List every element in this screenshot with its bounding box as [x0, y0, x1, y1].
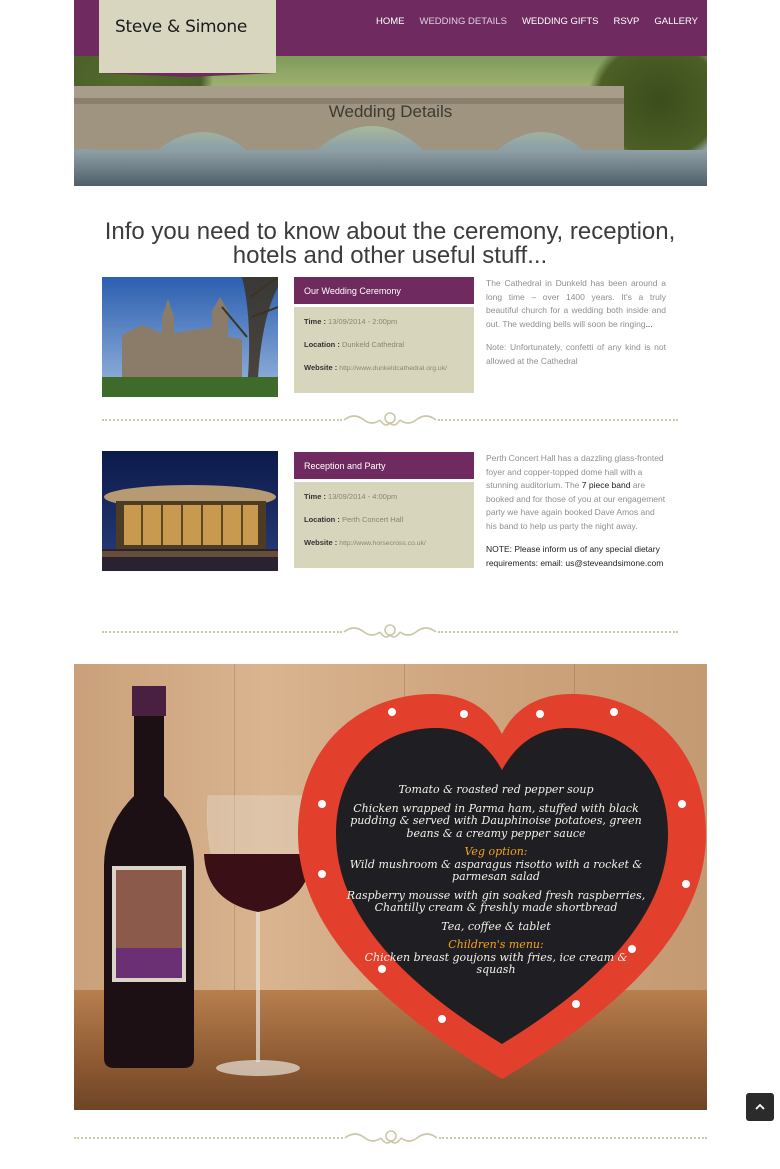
website-label: Website :: [304, 538, 338, 547]
concert-hall-photo: [102, 451, 278, 571]
river-water: [74, 150, 707, 186]
menu-dessert: Raspberry mousse with gin soaked fresh r…: [346, 888, 646, 914]
ceremony-website-link[interactable]: http://www.dunkeldcathedral.org.uk/: [339, 365, 447, 372]
menu-starter: Tomato & roasted red pepper soup: [398, 783, 594, 796]
website-label: Website :: [304, 363, 338, 372]
section-divider: [102, 410, 678, 430]
wine-bottle: [104, 686, 194, 1068]
ceremony-time: 13/09/2014 - 2:00pm: [328, 317, 398, 326]
nav-wishes[interactable]: WISHES: [713, 16, 750, 27]
logo-text: Steve & Simone: [115, 17, 248, 37]
time-label: Time :: [304, 492, 326, 501]
flourish-ornament: [343, 412, 437, 426]
menu-tea: Tea, coffee & tablet: [441, 919, 551, 933]
nav-wedding-details[interactable]: WEDDING DETAILS: [420, 16, 507, 27]
time-label: Time :: [304, 317, 326, 326]
main-nav: HOME WEDDING DETAILS WEDDING GIFTS RSVP …: [376, 16, 780, 27]
band-highlight: 7 piece band: [581, 480, 631, 490]
flourish-ornament: [344, 1130, 437, 1144]
ceremony-description: The Cathedral in Dunkeld has been around…: [486, 277, 666, 378]
chevron-up-icon: [755, 1103, 765, 1110]
menu-veg-option: Wild mushroom & asparagus risotto with a…: [349, 857, 643, 883]
ceremony-card-details: Time : 13/09/2014 - 2:00pm Location : Du…: [294, 307, 474, 393]
reception-time: 13/09/2014 - 4:00pm: [328, 492, 398, 501]
reception-location: Perth Concert Hall: [341, 515, 404, 524]
dietary-note: NOTE: Please inform us of any special di…: [486, 544, 664, 568]
hero-title: Wedding Details: [328, 102, 453, 121]
reception-website-link[interactable]: http://www.horsecross.co.uk/: [339, 540, 426, 547]
section-divider: [102, 622, 678, 642]
menu-children-heading: Children's menu:: [448, 938, 544, 951]
menu-main: Chicken wrapped in Parma ham, stuffed wi…: [350, 801, 642, 840]
nav-rsvp[interactable]: RSVP: [613, 16, 639, 27]
reception-card-title: Reception and Party: [294, 452, 474, 479]
nav-wedding-gifts[interactable]: WEDDING GIFTS: [522, 16, 599, 27]
back-to-top-button[interactable]: [746, 1093, 774, 1121]
reception-description: Perth Concert Hall has a dazzling glass-…: [486, 452, 666, 580]
ceremony-description-text: The Cathedral in Dunkeld has been around…: [486, 278, 666, 329]
menu-children: Chicken breast goujons with fries, ice c…: [364, 950, 628, 976]
section-divider: [74, 1128, 707, 1148]
cathedral-photo: [102, 277, 278, 397]
location-label: Location :: [304, 515, 340, 524]
logo[interactable]: Steve & Simone: [99, 0, 276, 73]
nav-home[interactable]: HOME: [376, 16, 405, 27]
page-heading: Info you need to know about the ceremony…: [104, 218, 676, 269]
location-label: Location :: [304, 340, 340, 349]
ceremony-note: Note: Unfortunately, confetti of any kin…: [486, 342, 666, 366]
nav-gallery[interactable]: GALLERY: [654, 16, 698, 27]
menu-text: Tomato & roasted red pepper soup Chicken…: [346, 783, 646, 983]
wedding-menu-image: Tomato & roasted red pepper soup Chicken…: [74, 664, 707, 1110]
reception-card-details: Time : 13/09/2014 - 4:00pm Location : Pe…: [294, 482, 474, 568]
ceremony-card-title: Our Wedding Ceremony: [294, 277, 474, 304]
ceremony-ellipsis: ...: [645, 318, 653, 329]
flourish-ornament: [343, 624, 437, 638]
nav-blog[interactable]: BLOG: [766, 16, 780, 27]
ceremony-location: Dunkeld Cathedral: [341, 340, 405, 349]
menu-veg-heading: Veg option:: [464, 845, 528, 858]
